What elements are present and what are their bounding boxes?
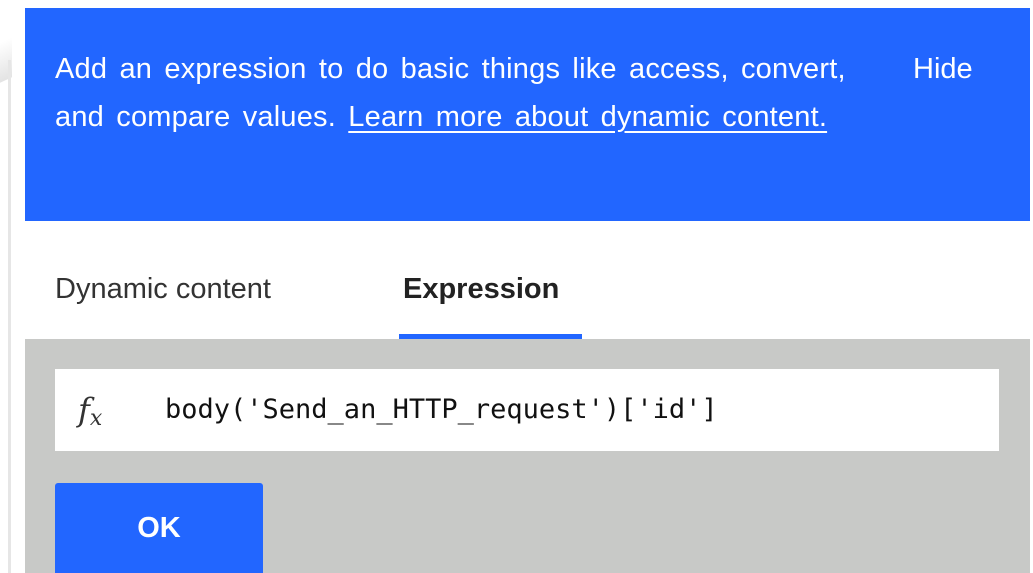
dynamic-content-panel: Add an expression to do basic things lik… — [25, 8, 1030, 573]
info-banner: Add an expression to do basic things lik… — [25, 8, 1030, 221]
expression-popup-page: Add an expression to do basic things lik… — [0, 0, 1033, 573]
banner-message: Add an expression to do basic things lik… — [55, 45, 855, 141]
tab-bar: Dynamic content Expression — [25, 221, 1030, 339]
ok-button[interactable]: OK — [55, 483, 263, 573]
expression-input[interactable] — [165, 387, 985, 431]
expression-editor-area: fx OK — [25, 339, 1030, 573]
background-panel-edge — [0, 0, 25, 573]
fx-icon: fx — [78, 391, 103, 431]
tab-dynamic-content[interactable]: Dynamic content — [55, 269, 271, 309]
expression-box: fx — [55, 369, 999, 451]
panel-edge-line — [8, 60, 11, 573]
tab-expression[interactable]: Expression — [403, 269, 559, 309]
learn-more-link[interactable]: Learn more about dynamic content. — [348, 101, 827, 133]
hide-button[interactable]: Hide — [913, 45, 973, 93]
